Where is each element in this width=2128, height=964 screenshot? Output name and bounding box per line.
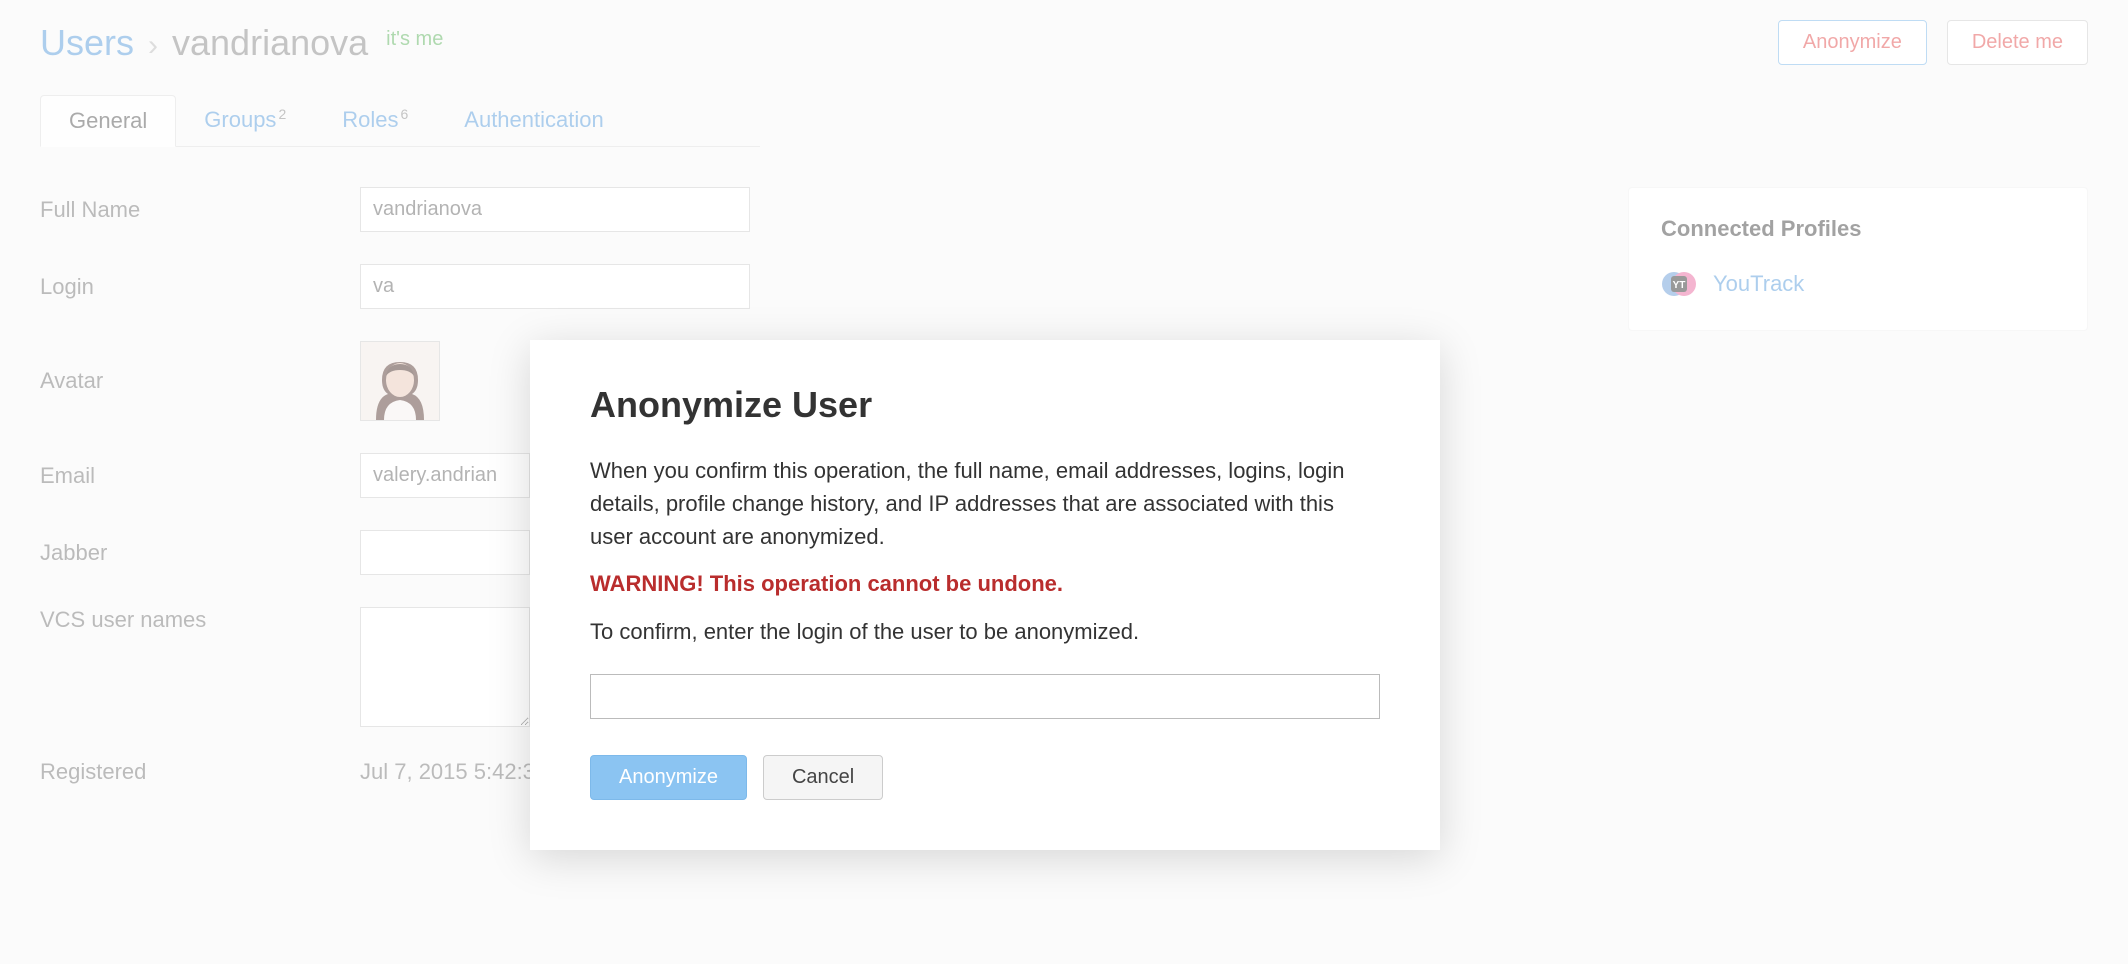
dialog-cancel-button[interactable]: Cancel [763, 755, 883, 800]
dialog-confirm-prompt: To confirm, enter the login of the user … [590, 615, 1380, 648]
dialog-warning: WARNING! This operation cannot be undone… [590, 571, 1380, 597]
dialog-title: Anonymize User [590, 384, 1380, 426]
dialog-anonymize-button[interactable]: Anonymize [590, 755, 747, 800]
confirm-login-input[interactable] [590, 674, 1380, 719]
dialog-body: When you confirm this operation, the ful… [590, 454, 1380, 553]
anonymize-dialog: Anonymize User When you confirm this ope… [530, 340, 1440, 850]
